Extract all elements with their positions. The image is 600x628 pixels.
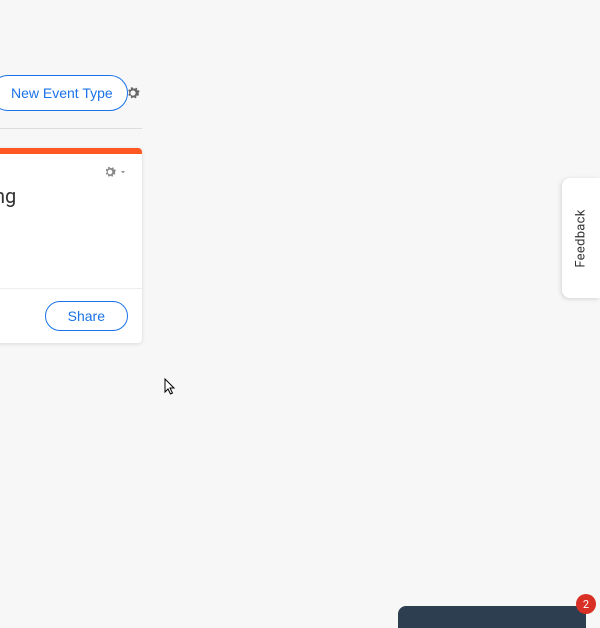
chat-badge-count: 2 [583, 598, 589, 611]
chat-notification-badge[interactable]: 2 [576, 594, 596, 614]
event-card: ng Share [0, 148, 142, 343]
share-button-label: Share [68, 308, 105, 324]
card-settings-dropdown[interactable] [102, 164, 128, 180]
gear-icon [102, 164, 118, 180]
card-footer: Share [0, 288, 142, 343]
new-event-type-button[interactable]: New Event Type [0, 75, 128, 111]
card-body [0, 208, 142, 288]
share-button[interactable]: Share [45, 301, 128, 331]
settings-gear-icon[interactable] [124, 84, 142, 106]
chat-widget[interactable] [398, 606, 586, 628]
divider [0, 128, 142, 129]
feedback-tab[interactable]: Feedback [562, 178, 600, 298]
new-event-type-label: New Event Type [11, 85, 113, 101]
feedback-label: Feedback [574, 209, 589, 267]
chevron-down-icon [118, 167, 128, 177]
cursor-icon [164, 378, 178, 400]
card-title: ng [0, 180, 142, 208]
